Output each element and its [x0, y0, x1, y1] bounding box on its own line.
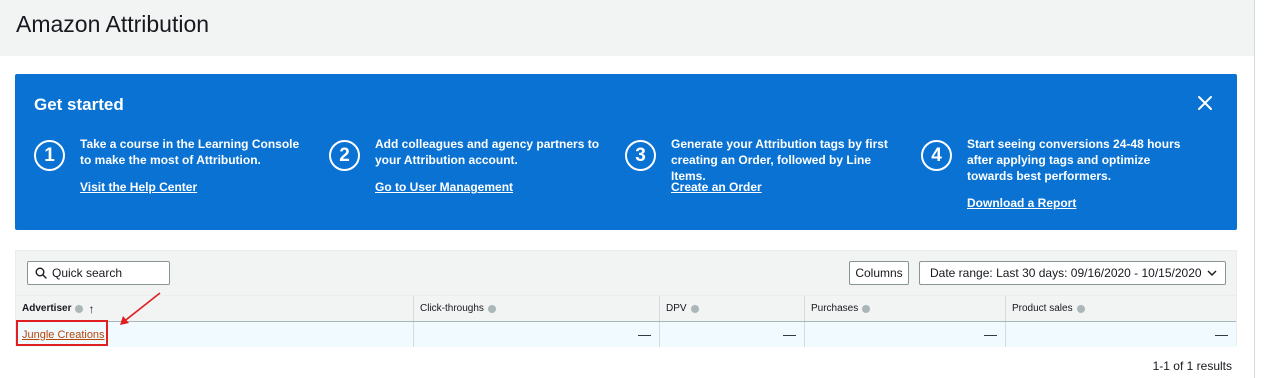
purchases-cell: —	[804, 322, 1005, 347]
annotation-highlight-box	[16, 320, 108, 346]
chevron-down-icon	[1207, 270, 1217, 276]
search-input[interactable]	[52, 265, 162, 281]
dpv-cell: —	[659, 322, 804, 347]
close-icon[interactable]	[1195, 93, 1215, 113]
column-header-click-throughs[interactable]: Click-throughs	[413, 296, 659, 321]
column-label: Advertiser	[22, 303, 72, 314]
table-header: Advertiser ↑ Click-throughs DPV Purchase…	[16, 295, 1236, 321]
annotation-arrow-icon	[120, 292, 161, 325]
sort-ascending-icon[interactable]: ↑	[88, 302, 94, 316]
date-range-value: Last 30 days: 09/16/2020 - 10/15/2020	[996, 266, 1202, 280]
step-text: Add colleagues and agency partners to yo…	[375, 137, 600, 167]
step-text: Start seeing conversions 24-48 hours aft…	[967, 137, 1181, 183]
banner-title: Get started	[34, 95, 124, 114]
right-divider	[1254, 0, 1255, 378]
column-label: Product sales	[1012, 303, 1073, 314]
product-sales-cell: —	[1005, 322, 1236, 347]
get-started-banner: Get started 1 Take a course in the Learn…	[15, 74, 1237, 230]
column-label: DPV	[666, 303, 687, 314]
advertisers-table-panel: Columns Date range: Last 30 days: 09/16/…	[15, 250, 1237, 347]
columns-button[interactable]: Columns	[849, 261, 909, 285]
step-number: 3	[625, 140, 656, 171]
download-report-link[interactable]: Download a Report	[967, 196, 1076, 210]
user-management-link[interactable]: Go to User Management	[375, 180, 513, 194]
info-icon[interactable]	[75, 304, 84, 313]
step-number: 1	[34, 140, 65, 171]
create-order-link[interactable]: Create an Order	[671, 180, 762, 194]
page-header: Amazon Attribution	[0, 0, 1255, 56]
click-throughs-cell: —	[413, 322, 659, 347]
date-range-label: Date range:	[930, 266, 993, 280]
search-icon	[35, 267, 47, 279]
date-range-button[interactable]: Date range: Last 30 days: 09/16/2020 - 1…	[919, 261, 1226, 285]
results-count: 1-1 of 1 results	[1152, 359, 1232, 373]
info-icon[interactable]	[690, 304, 699, 313]
info-icon[interactable]	[1076, 304, 1085, 313]
info-icon[interactable]	[487, 304, 496, 313]
column-header-dpv[interactable]: DPV	[659, 296, 804, 321]
step-text: Generate your Attribution tags by first …	[671, 137, 888, 183]
step-number: 4	[921, 140, 952, 171]
column-header-advertiser[interactable]: Advertiser ↑	[16, 296, 413, 321]
column-label: Purchases	[811, 303, 859, 314]
step-number: 2	[329, 140, 360, 171]
column-label: Click-throughs	[420, 303, 484, 314]
step-text: Take a course in the Learning Console to…	[80, 137, 300, 167]
quick-search[interactable]	[27, 261, 170, 285]
info-icon[interactable]	[862, 304, 871, 313]
page-title: Amazon Attribution	[16, 11, 210, 37]
column-header-product-sales[interactable]: Product sales	[1005, 296, 1236, 321]
help-center-link[interactable]: Visit the Help Center	[80, 180, 197, 194]
table-row: Jungle Creations — — — —	[16, 321, 1236, 347]
column-header-purchases[interactable]: Purchases	[804, 296, 1005, 321]
